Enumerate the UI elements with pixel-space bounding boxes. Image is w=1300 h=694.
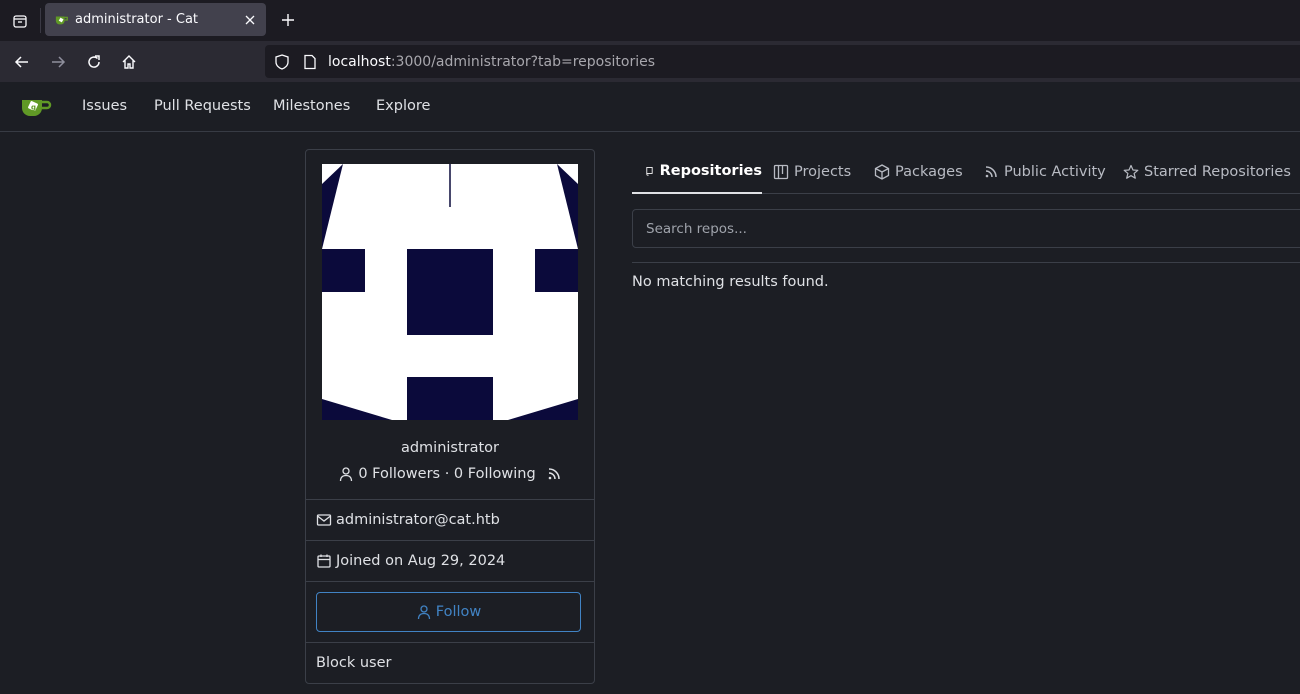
- back-arrow-icon: [14, 56, 28, 68]
- reload-icon: [88, 55, 100, 68]
- plus-icon: [282, 14, 294, 26]
- star-icon: [1123, 164, 1139, 179]
- tab-public-activity[interactable]: Public Activity: [983, 150, 1106, 194]
- gitea-favicon-icon: [55, 16, 68, 24]
- mail-icon: [316, 514, 332, 526]
- close-tab-button[interactable]: [238, 8, 262, 32]
- person-icon: [417, 605, 430, 620]
- tab-projects[interactable]: Projects: [773, 150, 851, 194]
- tab-starred-repositories[interactable]: Starred Repositories: [1123, 150, 1291, 194]
- url-text[interactable]: localhost:3000/administrator?tab=reposit…: [328, 54, 655, 70]
- browser-tab[interactable]: administrator - Cat: [45, 3, 266, 36]
- follow-button[interactable]: Follow: [316, 592, 581, 632]
- site-header: g Issues Pull Requests Milestones Explor…: [0, 82, 1300, 132]
- tab-list-button[interactable]: [0, 0, 40, 41]
- browser-navigation-bar: localhost:3000/administrator?tab=reposit…: [0, 41, 1300, 82]
- repo-icon: [646, 166, 653, 176]
- joined-row: Joined on Aug 29, 2024: [306, 540, 594, 581]
- tab-packages-label: Packages: [895, 164, 963, 180]
- divider: [632, 262, 1300, 263]
- followers-link[interactable]: 0 Followers · 0 Following: [358, 466, 535, 482]
- reload-button[interactable]: [81, 49, 107, 75]
- search-repos-field[interactable]: [632, 209, 1300, 248]
- close-icon: [245, 15, 255, 24]
- tab-repositories[interactable]: Repositories: [632, 150, 762, 194]
- project-icon: [773, 164, 789, 180]
- nav-milestones[interactable]: Milestones: [273, 98, 350, 114]
- joined-date: Joined on Aug 29, 2024: [336, 553, 506, 569]
- tab-public-activity-label: Public Activity: [1004, 164, 1106, 180]
- follow-stats: 0 Followers · 0 Following: [306, 466, 594, 482]
- tab-projects-label: Projects: [794, 164, 852, 180]
- calendar-icon: [317, 554, 331, 568]
- tab-separator: [40, 8, 41, 33]
- forward-button[interactable]: [45, 49, 71, 75]
- browser-tab-strip: administrator - Cat: [0, 0, 1300, 41]
- tab-packages[interactable]: Packages: [874, 150, 963, 194]
- rss-icon[interactable]: [546, 466, 562, 482]
- new-tab-button[interactable]: [276, 8, 300, 32]
- profile-tabs: Repositories Projects Packages Public Ac…: [632, 150, 1300, 194]
- profile-username: administrator: [400, 440, 500, 456]
- url-host: localhost: [328, 53, 391, 70]
- search-repos-input[interactable]: [646, 220, 1300, 237]
- home-icon: [122, 55, 136, 69]
- shield-icon[interactable]: [274, 53, 290, 70]
- forward-arrow-icon: [52, 56, 66, 68]
- tab-list-icon: [13, 14, 27, 28]
- email-row: administrator@cat.htb: [306, 499, 594, 540]
- block-user-label: Block user: [316, 655, 392, 671]
- back-button[interactable]: [9, 49, 35, 75]
- person-icon: [340, 467, 353, 482]
- avatar: [322, 164, 578, 420]
- follow-button-label: Follow: [435, 604, 482, 620]
- profile-card: administrator 0 Followers · 0 Following …: [305, 149, 595, 684]
- page-icon[interactable]: [302, 54, 318, 70]
- gitea-logo-icon[interactable]: g: [20, 94, 52, 122]
- package-icon: [874, 164, 890, 180]
- empty-results-message: No matching results found.: [632, 274, 829, 290]
- block-user-link[interactable]: Block user: [306, 642, 594, 683]
- browser-tab-title: administrator - Cat: [75, 12, 199, 27]
- svg-text:g: g: [31, 104, 36, 112]
- url-path: :3000/administrator?tab=repositories: [390, 53, 656, 70]
- nav-pull-requests[interactable]: Pull Requests: [154, 98, 251, 114]
- nav-explore[interactable]: Explore: [376, 98, 430, 114]
- tab-repositories-label: Repositories: [659, 163, 762, 179]
- rss-icon: [985, 166, 997, 178]
- tab-starred-label: Starred Repositories: [1144, 164, 1291, 180]
- email-link[interactable]: administrator@cat.htb: [336, 512, 500, 528]
- url-bar[interactable]: localhost:3000/administrator?tab=reposit…: [265, 45, 1300, 78]
- home-button[interactable]: [116, 49, 142, 75]
- nav-issues[interactable]: Issues: [82, 98, 127, 114]
